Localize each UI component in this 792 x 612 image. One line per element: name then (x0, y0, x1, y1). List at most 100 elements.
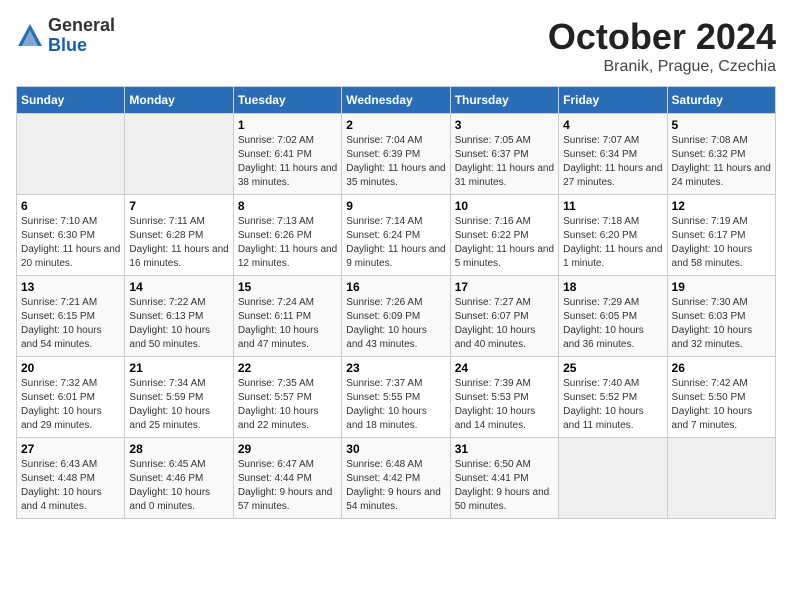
day-number: 24 (455, 361, 554, 375)
header-cell-sunday: Sunday (17, 87, 125, 114)
day-info: Sunrise: 7:26 AMSunset: 6:09 PMDaylight:… (346, 296, 445, 352)
week-row-2: 6 Sunrise: 7:10 AMSunset: 6:30 PMDayligh… (17, 195, 776, 276)
header-cell-saturday: Saturday (667, 87, 775, 114)
day-info: Sunrise: 6:50 AMSunset: 4:41 PMDaylight:… (455, 458, 554, 514)
day-cell: 14 Sunrise: 7:22 AMSunset: 6:13 PMDaylig… (125, 276, 233, 357)
day-cell: 25 Sunrise: 7:40 AMSunset: 5:52 PMDaylig… (559, 357, 667, 438)
day-cell: 18 Sunrise: 7:29 AMSunset: 6:05 PMDaylig… (559, 276, 667, 357)
day-number: 23 (346, 361, 445, 375)
logo-general: General (48, 15, 115, 35)
day-cell: 5 Sunrise: 7:08 AMSunset: 6:32 PMDayligh… (667, 114, 775, 195)
day-info: Sunrise: 6:45 AMSunset: 4:46 PMDaylight:… (129, 458, 228, 514)
day-number: 6 (21, 199, 120, 213)
calendar-table: SundayMondayTuesdayWednesdayThursdayFrid… (16, 86, 776, 519)
day-cell: 31 Sunrise: 6:50 AMSunset: 4:41 PMDaylig… (450, 438, 558, 519)
day-number: 16 (346, 280, 445, 294)
day-cell: 10 Sunrise: 7:16 AMSunset: 6:22 PMDaylig… (450, 195, 558, 276)
header-cell-monday: Monday (125, 87, 233, 114)
day-cell: 3 Sunrise: 7:05 AMSunset: 6:37 PMDayligh… (450, 114, 558, 195)
day-number: 10 (455, 199, 554, 213)
day-number: 5 (672, 118, 771, 132)
page-header: General Blue October 2024 Branik, Prague… (16, 16, 776, 76)
week-row-1: 1 Sunrise: 7:02 AMSunset: 6:41 PMDayligh… (17, 114, 776, 195)
day-info: Sunrise: 7:37 AMSunset: 5:55 PMDaylight:… (346, 377, 445, 433)
title-block: October 2024 Branik, Prague, Czechia (548, 16, 776, 76)
week-row-3: 13 Sunrise: 7:21 AMSunset: 6:15 PMDaylig… (17, 276, 776, 357)
calendar-subtitle: Branik, Prague, Czechia (548, 58, 776, 76)
day-cell: 23 Sunrise: 7:37 AMSunset: 5:55 PMDaylig… (342, 357, 450, 438)
day-cell: 8 Sunrise: 7:13 AMSunset: 6:26 PMDayligh… (233, 195, 341, 276)
day-number: 25 (563, 361, 662, 375)
day-info: Sunrise: 7:11 AMSunset: 6:28 PMDaylight:… (129, 215, 228, 271)
day-cell (667, 438, 775, 519)
day-info: Sunrise: 7:04 AMSunset: 6:39 PMDaylight:… (346, 134, 445, 190)
day-info: Sunrise: 7:08 AMSunset: 6:32 PMDaylight:… (672, 134, 771, 190)
day-number: 18 (563, 280, 662, 294)
day-info: Sunrise: 7:30 AMSunset: 6:03 PMDaylight:… (672, 296, 771, 352)
day-cell: 27 Sunrise: 6:43 AMSunset: 4:48 PMDaylig… (17, 438, 125, 519)
day-number: 7 (129, 199, 228, 213)
day-number: 4 (563, 118, 662, 132)
header-cell-friday: Friday (559, 87, 667, 114)
day-cell: 7 Sunrise: 7:11 AMSunset: 6:28 PMDayligh… (125, 195, 233, 276)
day-number: 13 (21, 280, 120, 294)
day-info: Sunrise: 7:13 AMSunset: 6:26 PMDaylight:… (238, 215, 337, 271)
header-row: SundayMondayTuesdayWednesdayThursdayFrid… (17, 87, 776, 114)
day-info: Sunrise: 6:48 AMSunset: 4:42 PMDaylight:… (346, 458, 445, 514)
day-number: 9 (346, 199, 445, 213)
header-cell-wednesday: Wednesday (342, 87, 450, 114)
day-number: 28 (129, 442, 228, 456)
day-number: 27 (21, 442, 120, 456)
day-info: Sunrise: 7:24 AMSunset: 6:11 PMDaylight:… (238, 296, 337, 352)
day-cell: 15 Sunrise: 7:24 AMSunset: 6:11 PMDaylig… (233, 276, 341, 357)
day-number: 31 (455, 442, 554, 456)
day-number: 20 (21, 361, 120, 375)
day-number: 1 (238, 118, 337, 132)
day-info: Sunrise: 7:40 AMSunset: 5:52 PMDaylight:… (563, 377, 662, 433)
header-cell-tuesday: Tuesday (233, 87, 341, 114)
day-cell: 29 Sunrise: 6:47 AMSunset: 4:44 PMDaylig… (233, 438, 341, 519)
day-number: 17 (455, 280, 554, 294)
day-cell: 24 Sunrise: 7:39 AMSunset: 5:53 PMDaylig… (450, 357, 558, 438)
day-number: 29 (238, 442, 337, 456)
logo-text: General Blue (48, 16, 115, 56)
day-info: Sunrise: 7:07 AMSunset: 6:34 PMDaylight:… (563, 134, 662, 190)
day-cell: 28 Sunrise: 6:45 AMSunset: 4:46 PMDaylig… (125, 438, 233, 519)
day-cell: 13 Sunrise: 7:21 AMSunset: 6:15 PMDaylig… (17, 276, 125, 357)
day-number: 30 (346, 442, 445, 456)
day-number: 22 (238, 361, 337, 375)
day-info: Sunrise: 7:18 AMSunset: 6:20 PMDaylight:… (563, 215, 662, 271)
day-info: Sunrise: 7:22 AMSunset: 6:13 PMDaylight:… (129, 296, 228, 352)
day-info: Sunrise: 7:05 AMSunset: 6:37 PMDaylight:… (455, 134, 554, 190)
day-cell: 12 Sunrise: 7:19 AMSunset: 6:17 PMDaylig… (667, 195, 775, 276)
logo-icon (16, 22, 44, 50)
day-cell: 19 Sunrise: 7:30 AMSunset: 6:03 PMDaylig… (667, 276, 775, 357)
day-number: 2 (346, 118, 445, 132)
day-number: 19 (672, 280, 771, 294)
day-cell: 26 Sunrise: 7:42 AMSunset: 5:50 PMDaylig… (667, 357, 775, 438)
header-cell-thursday: Thursday (450, 87, 558, 114)
day-cell: 22 Sunrise: 7:35 AMSunset: 5:57 PMDaylig… (233, 357, 341, 438)
calendar-body: 1 Sunrise: 7:02 AMSunset: 6:41 PMDayligh… (17, 114, 776, 519)
day-number: 21 (129, 361, 228, 375)
day-info: Sunrise: 7:21 AMSunset: 6:15 PMDaylight:… (21, 296, 120, 352)
day-cell: 1 Sunrise: 7:02 AMSunset: 6:41 PMDayligh… (233, 114, 341, 195)
day-cell: 6 Sunrise: 7:10 AMSunset: 6:30 PMDayligh… (17, 195, 125, 276)
day-info: Sunrise: 7:02 AMSunset: 6:41 PMDaylight:… (238, 134, 337, 190)
day-cell: 21 Sunrise: 7:34 AMSunset: 5:59 PMDaylig… (125, 357, 233, 438)
day-cell: 4 Sunrise: 7:07 AMSunset: 6:34 PMDayligh… (559, 114, 667, 195)
day-cell: 30 Sunrise: 6:48 AMSunset: 4:42 PMDaylig… (342, 438, 450, 519)
day-info: Sunrise: 6:43 AMSunset: 4:48 PMDaylight:… (21, 458, 120, 514)
day-info: Sunrise: 7:14 AMSunset: 6:24 PMDaylight:… (346, 215, 445, 271)
day-cell (559, 438, 667, 519)
day-number: 26 (672, 361, 771, 375)
day-cell: 17 Sunrise: 7:27 AMSunset: 6:07 PMDaylig… (450, 276, 558, 357)
day-info: Sunrise: 7:19 AMSunset: 6:17 PMDaylight:… (672, 215, 771, 271)
day-cell: 16 Sunrise: 7:26 AMSunset: 6:09 PMDaylig… (342, 276, 450, 357)
day-info: Sunrise: 7:10 AMSunset: 6:30 PMDaylight:… (21, 215, 120, 271)
week-row-5: 27 Sunrise: 6:43 AMSunset: 4:48 PMDaylig… (17, 438, 776, 519)
day-info: Sunrise: 7:39 AMSunset: 5:53 PMDaylight:… (455, 377, 554, 433)
day-number: 8 (238, 199, 337, 213)
day-cell: 11 Sunrise: 7:18 AMSunset: 6:20 PMDaylig… (559, 195, 667, 276)
logo: General Blue (16, 16, 115, 56)
